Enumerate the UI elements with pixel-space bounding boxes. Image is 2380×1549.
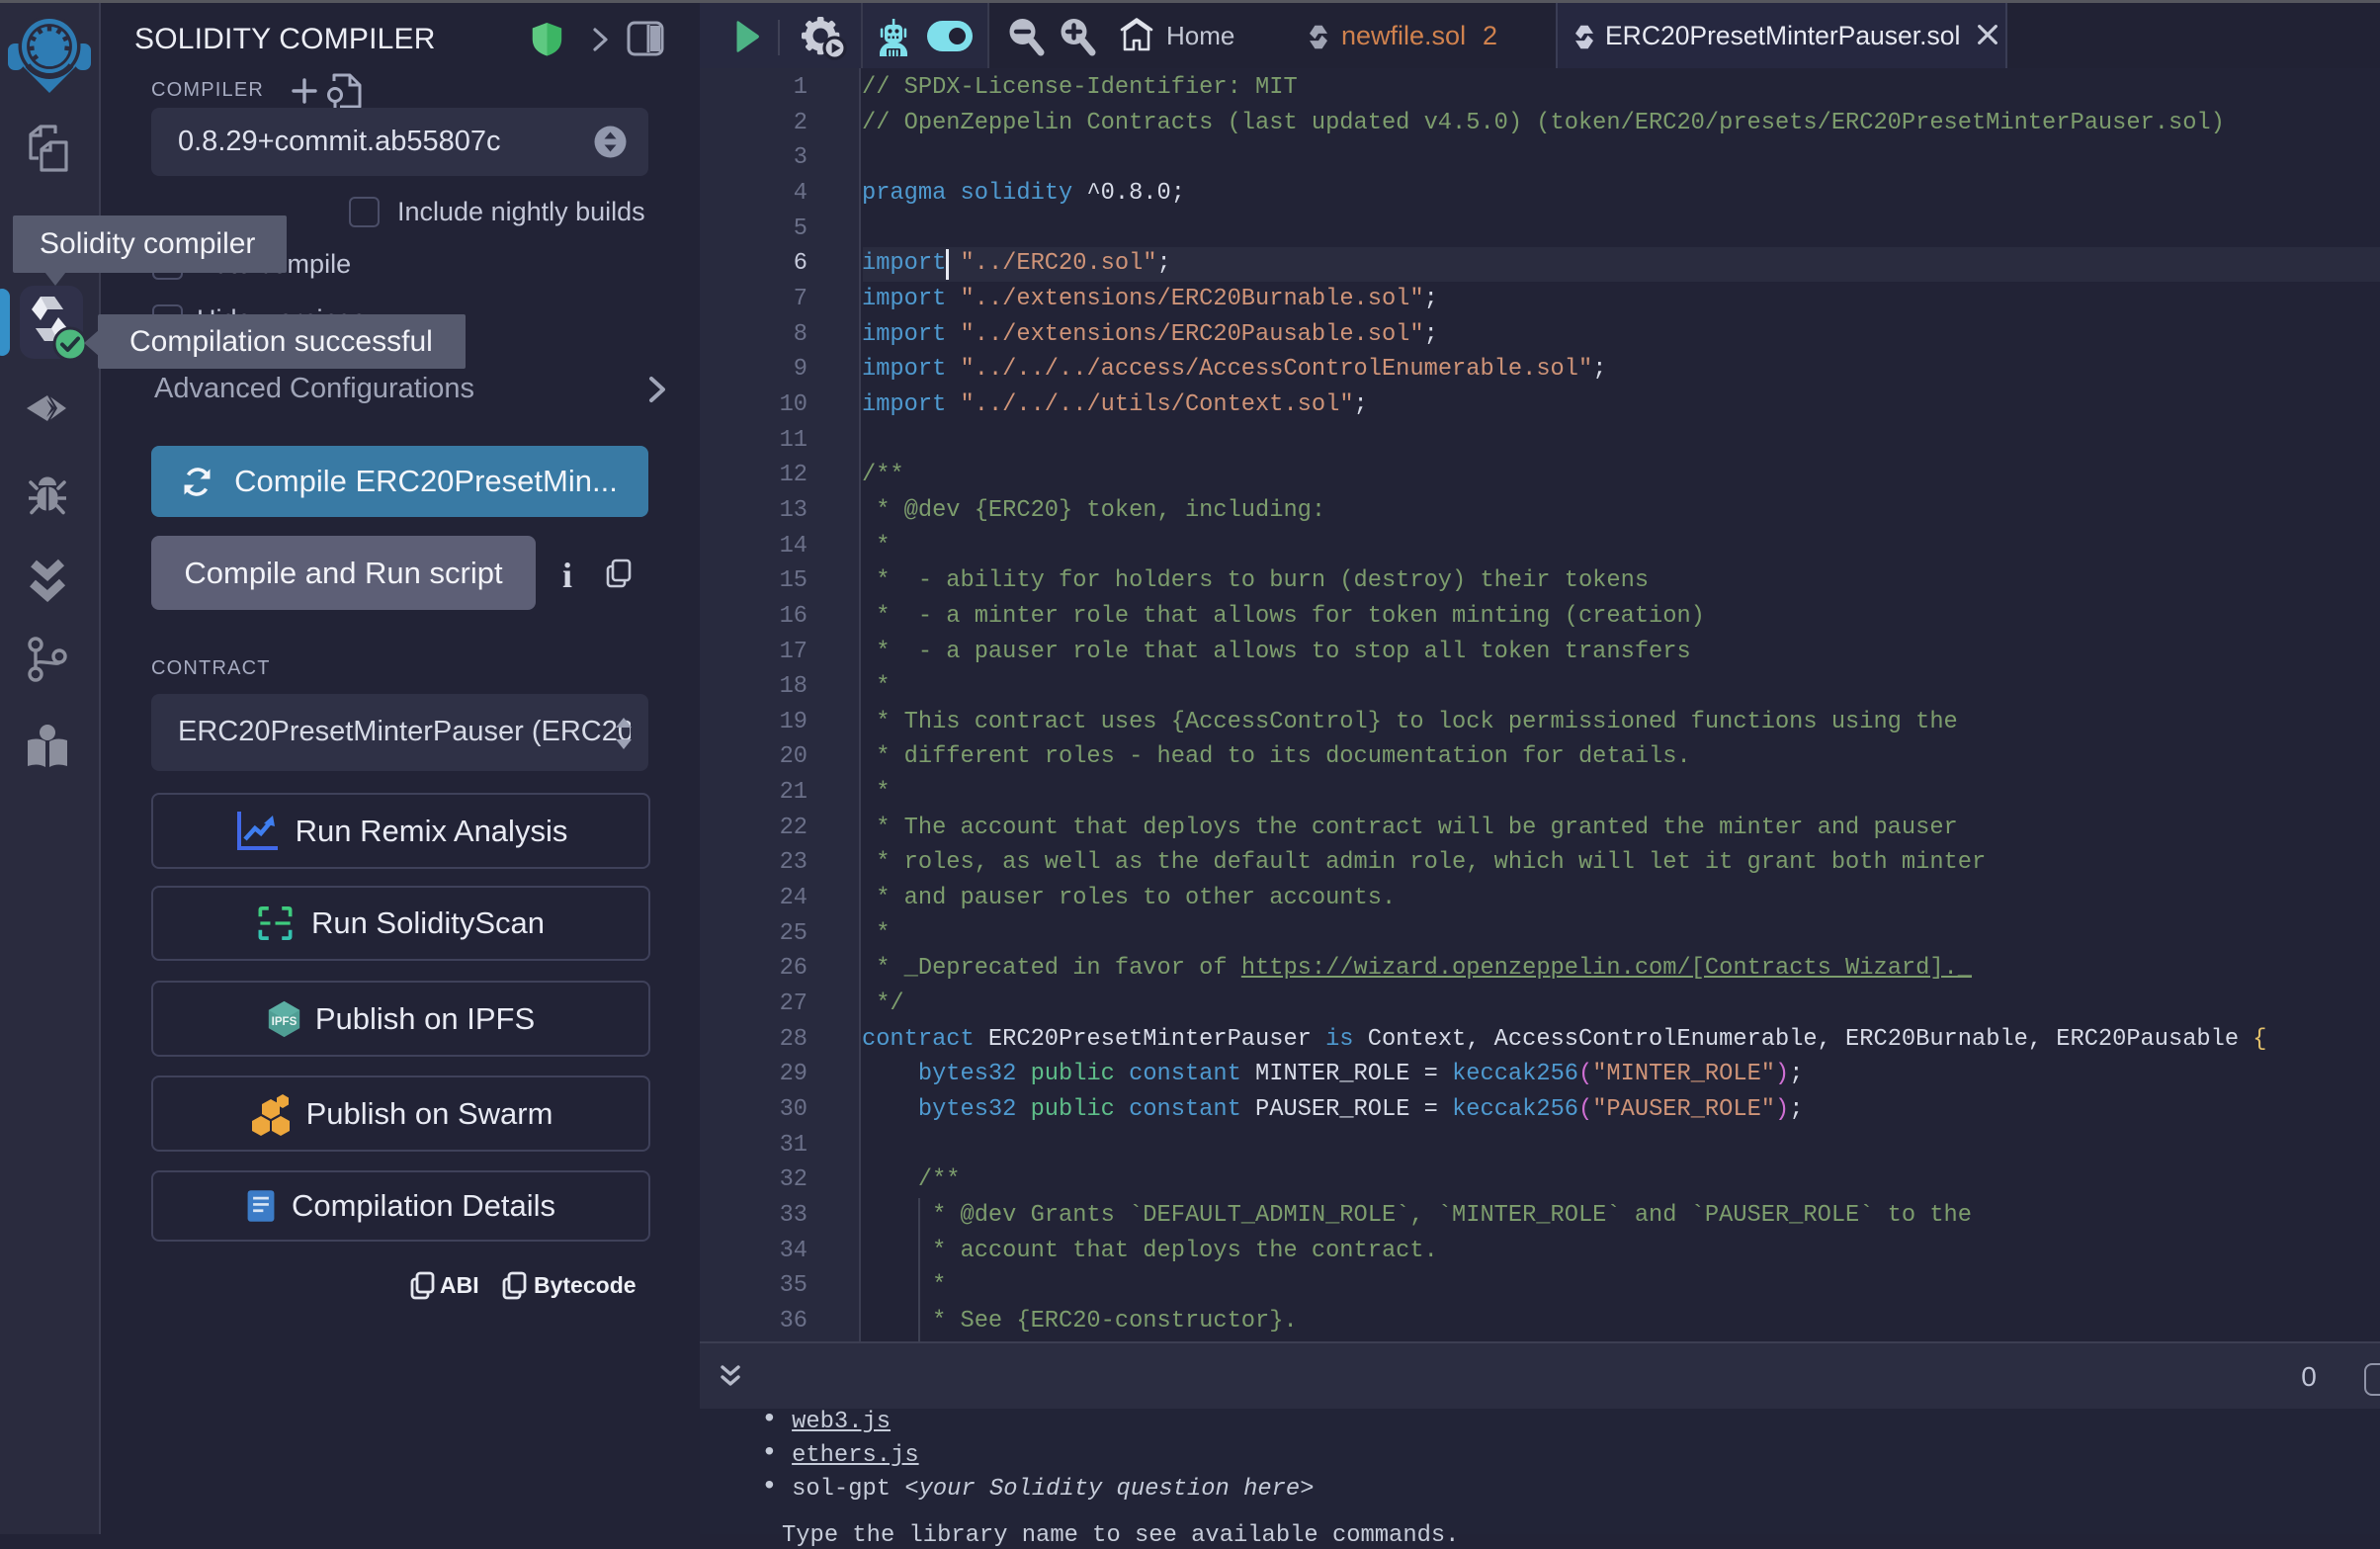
svg-text:IPFS: IPFS bbox=[272, 1015, 298, 1027]
